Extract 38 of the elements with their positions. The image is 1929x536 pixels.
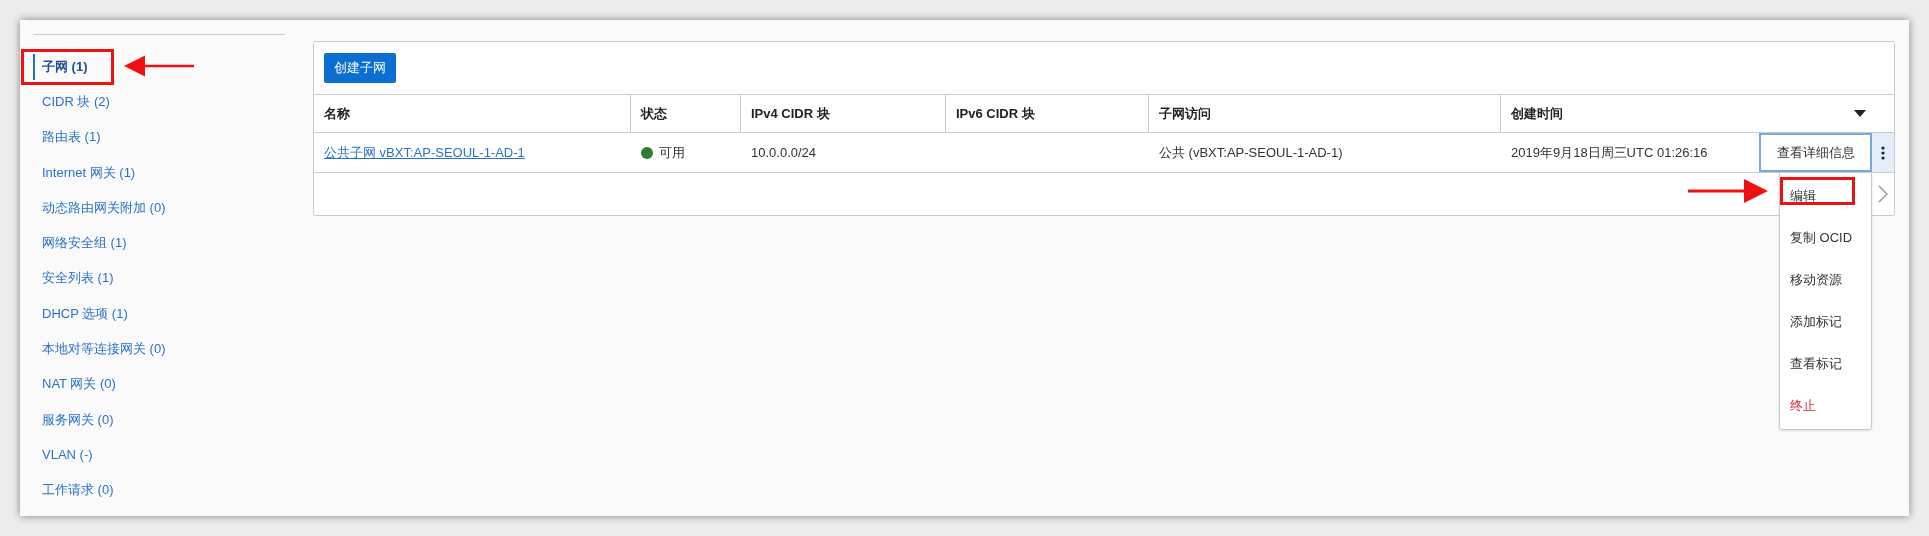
column-header[interactable]: 名称 bbox=[314, 95, 631, 132]
pointer-arrow-icon bbox=[124, 54, 194, 77]
column-header[interactable]: 子网访问 bbox=[1149, 95, 1501, 132]
table-cell-text: 公共 (vBXT:AP-SEOUL-1-AD-1) bbox=[1159, 143, 1343, 162]
menu-item[interactable]: 编辑 bbox=[1780, 175, 1871, 217]
menu-item[interactable]: 查看标记 bbox=[1780, 343, 1871, 385]
create-subnet-button[interactable]: 创建子网 bbox=[324, 53, 396, 83]
pointer-arrow-icon bbox=[1688, 179, 1768, 203]
sidebar-item[interactable]: Internet 网关 (1) bbox=[33, 159, 136, 186]
sidebar-item[interactable]: 工作请求 (0) bbox=[33, 477, 114, 504]
kebab-menu-button[interactable] bbox=[1872, 133, 1894, 172]
menu-item[interactable]: 添加标记 bbox=[1780, 301, 1871, 343]
sidebar-item[interactable]: CIDR 块 (2) bbox=[33, 88, 110, 115]
sidebar-item[interactable]: NAT 网关 (0) bbox=[33, 371, 116, 398]
subnet-link[interactable]: 公共子网 vBXT:AP-SEOUL-1-AD-1 bbox=[324, 142, 525, 163]
sidebar-item[interactable]: 动态路由网关附加 (0) bbox=[33, 194, 166, 221]
column-header[interactable]: IPv4 CIDR 块 bbox=[741, 95, 946, 132]
chevron-right-icon bbox=[1878, 185, 1888, 203]
sidebar-item[interactable]: 安全列表 (1) bbox=[33, 265, 114, 292]
column-header[interactable]: 状态 bbox=[631, 95, 741, 132]
more-vertical-icon bbox=[1881, 145, 1885, 160]
sidebar-item[interactable]: 服务网关 (0) bbox=[33, 406, 114, 433]
column-header[interactable]: IPv6 CIDR 块 bbox=[946, 95, 1149, 132]
sidebar-item[interactable]: 子网 (1) bbox=[33, 53, 88, 80]
view-details-button[interactable]: 查看详细信息 bbox=[1759, 133, 1872, 172]
sidebar-item[interactable]: DHCP 选项 (1) bbox=[33, 300, 128, 327]
status-text: 可用 bbox=[659, 143, 685, 162]
menu-item[interactable]: 移动资源 bbox=[1780, 259, 1871, 301]
menu-item[interactable]: 终止 bbox=[1780, 385, 1871, 427]
table-cell-text: 10.0.0.0/24 bbox=[751, 143, 817, 162]
column-header[interactable]: 创建时间 bbox=[1501, 95, 1894, 132]
caret-down-icon bbox=[1854, 110, 1866, 117]
sidebar-item[interactable]: 本地对等连接网关 (0) bbox=[33, 336, 166, 362]
sidebar-item[interactable]: 网络安全组 (1) bbox=[33, 230, 127, 257]
table-cell-text: 2019年9月18日周三UTC 01:26:16 bbox=[1511, 143, 1708, 162]
sidebar-item[interactable]: 路由表 (1) bbox=[33, 124, 101, 151]
sidebar-item[interactable]: VLAN (-) bbox=[33, 441, 93, 468]
menu-item[interactable]: 复制 OCID bbox=[1780, 217, 1871, 259]
